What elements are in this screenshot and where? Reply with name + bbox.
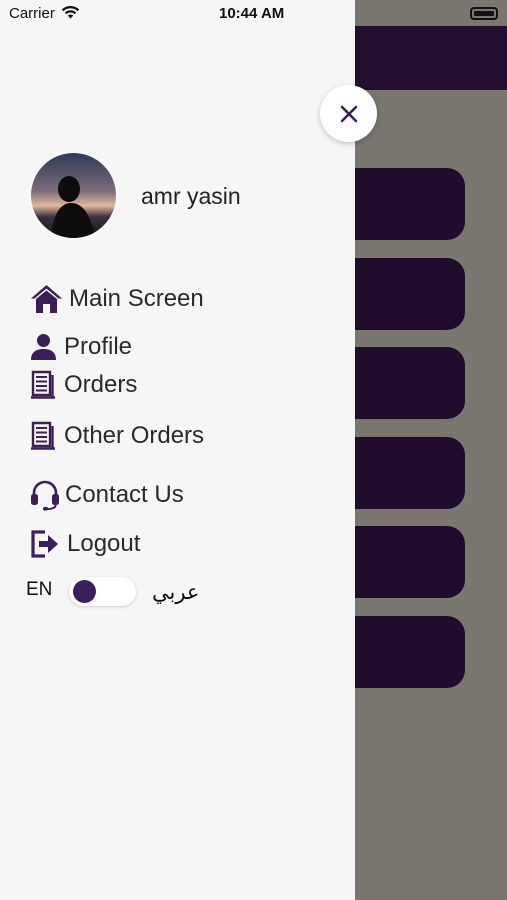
background-header [355,26,507,90]
menu-item-other-orders[interactable]: Other Orders [30,421,204,451]
headset-icon [31,480,59,511]
home-icon [31,285,62,313]
menu-item-profile[interactable]: Profile [30,333,132,361]
toggle-knob [73,580,96,603]
receipt-icon [31,370,55,399]
menu-item-main-screen[interactable]: Main Screen [30,284,204,314]
menu-item-contact-us[interactable]: Contact Us [30,479,184,511]
side-drawer: Carrier 10:44 AM amr yasin Main Screen P… [0,0,355,900]
language-toggle[interactable] [69,577,136,606]
close-icon [340,105,357,122]
carrier-label: Carrier [9,5,55,22]
username: amr yasin [141,183,241,209]
menu-item-label: Orders [64,371,138,398]
person-icon [31,334,56,360]
receipt-icon [31,421,55,450]
menu-item-orders[interactable]: Orders [30,370,137,400]
language-en-label: EN [26,579,53,600]
menu-item-label: Logout [67,530,141,557]
avatar[interactable] [31,153,116,238]
menu-item-label: Main Screen [69,285,204,312]
menu-item-label: Contact Us [65,481,184,508]
menu-item-label: Profile [64,333,133,360]
status-time: 10:44 AM [219,5,285,22]
battery-icon [470,7,498,20]
close-drawer-button[interactable] [320,85,377,142]
menu-item-logout[interactable]: Logout [30,529,140,559]
wifi-icon [61,5,80,19]
language-ar-label: عربي [152,581,200,604]
logout-icon [31,530,58,558]
menu-item-label: Other Orders [64,422,205,449]
